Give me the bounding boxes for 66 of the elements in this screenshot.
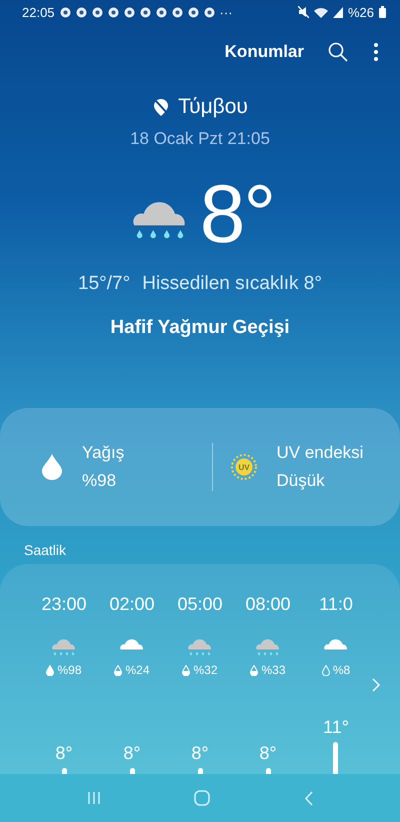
search-button[interactable]	[326, 40, 350, 64]
temperature-bar	[266, 768, 270, 774]
status-time: 22:05	[22, 4, 55, 20]
current-temperature: 8°	[200, 174, 274, 256]
hour-label: 08:00	[245, 594, 291, 615]
notification-icon	[204, 6, 215, 18]
hour-temperature: 8°	[259, 743, 277, 764]
recent-apps-icon	[86, 791, 101, 805]
drop-icon	[182, 664, 190, 676]
high-low-temperature: 15°/7°	[78, 273, 130, 295]
temperature-bar	[130, 768, 134, 774]
drop-icon	[46, 664, 54, 676]
notification-icon	[140, 6, 151, 18]
home-icon	[194, 790, 210, 806]
drop-icon	[322, 664, 330, 676]
uv-sun-icon: UV	[230, 454, 256, 480]
notification-icon	[92, 6, 103, 18]
notification-icon	[172, 6, 183, 18]
precipitation-chance: %8	[332, 663, 350, 677]
back-icon	[304, 790, 314, 806]
more-options-button[interactable]	[372, 41, 380, 63]
precipitation-chance: %98	[57, 663, 82, 677]
chevron-right-icon	[372, 678, 380, 692]
battery-icon	[379, 6, 386, 18]
next-button[interactable]	[370, 676, 382, 694]
location-off-icon	[152, 98, 170, 116]
notification-icon	[188, 6, 199, 18]
temperature-bar	[198, 768, 202, 774]
drop-icon	[42, 454, 62, 480]
hour-label: 05:00	[177, 594, 223, 615]
detail-value: Düşük	[276, 471, 326, 491]
hour-temperature: 11°	[323, 717, 349, 738]
hour-label: 11:0	[319, 594, 353, 615]
hour-temperature: 8°	[123, 743, 141, 764]
location-name: Τύμβου	[178, 95, 248, 119]
mute-icon	[298, 6, 309, 18]
more-notifications: ···	[220, 4, 233, 20]
precipitation-chance: %24	[125, 663, 150, 677]
detail-label: UV endeksi	[276, 443, 364, 463]
feels-like: Hissedilen sıcaklık 8°	[142, 273, 322, 295]
search-icon	[328, 42, 348, 62]
weather-condition: Hafif Yağmur Geçişi	[110, 317, 290, 339]
signal-icon	[332, 6, 343, 18]
hour-label: 02:00	[109, 594, 155, 615]
hour-temperature: 8°	[55, 743, 73, 764]
hour-label: 23:00	[41, 594, 87, 615]
temperature-bar	[333, 742, 338, 774]
notification-icon	[156, 6, 167, 18]
notification-icon	[108, 6, 119, 18]
hour-temperature: 8°	[191, 743, 209, 764]
notification-icon	[76, 6, 87, 18]
drop-icon	[114, 664, 122, 676]
detail-value: %98	[82, 471, 118, 491]
detail-label: Yağış	[82, 443, 124, 463]
wifi-icon	[314, 6, 328, 18]
section-title: Saatlik	[24, 542, 68, 558]
battery-percent: %26	[348, 4, 374, 20]
notification-icon	[124, 6, 135, 18]
drop-icon	[250, 664, 258, 676]
temperature-bar	[62, 768, 66, 774]
more-icon	[374, 43, 378, 61]
updated-time: 18 Ocak Pzt 21:05	[130, 129, 270, 149]
locations-button[interactable]: Konumlar	[224, 38, 304, 66]
notification-icon	[60, 6, 71, 18]
precipitation-chance: %33	[261, 663, 286, 677]
precipitation-chance: %32	[193, 663, 218, 677]
